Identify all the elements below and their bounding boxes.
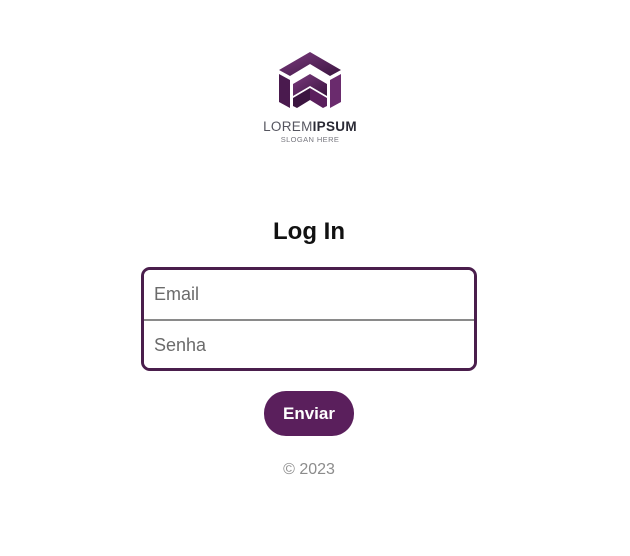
copyright-text: © 2023 xyxy=(283,461,335,478)
brand-word-light: LOREM xyxy=(263,119,313,134)
brand-slogan: SLOGAN HERE xyxy=(280,134,340,144)
brand-logo: LOREMIPSUM SLOGAN HERE xyxy=(255,50,365,150)
brand-word-bold: IPSUM xyxy=(312,119,357,134)
login-page: LOREMIPSUM SLOGAN HERE Log In Enviar © 2… xyxy=(0,0,630,556)
page-title: Log In xyxy=(273,218,345,245)
email-field[interactable] xyxy=(144,270,474,319)
submit-button[interactable]: Enviar xyxy=(264,391,354,436)
brand-wordmark: LOREMIPSUM xyxy=(255,120,365,134)
password-field[interactable] xyxy=(144,321,474,368)
login-form-fields xyxy=(141,267,477,371)
hexagon-logo-icon xyxy=(279,52,341,108)
